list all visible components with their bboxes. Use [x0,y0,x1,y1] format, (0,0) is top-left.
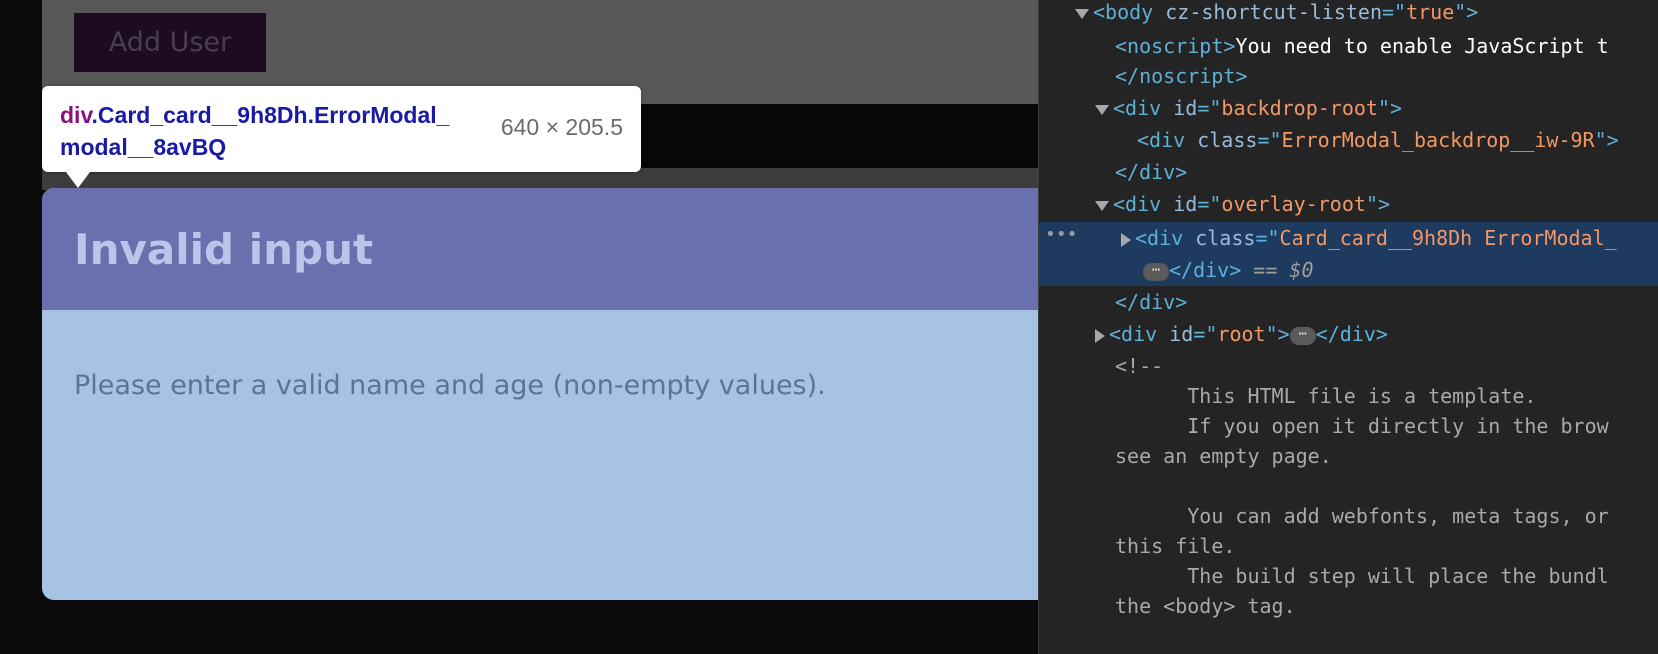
collapse-triangle-icon[interactable] [1095,200,1109,211]
dom-node-overlay-root-close[interactable]: </div> [1115,286,1187,318]
modal-title: Invalid input [74,224,374,274]
dom-node-root[interactable]: <div id="root"> ⋯ </div> [1095,318,1388,350]
dom-comment-line: If you open it directly in the brow [1115,414,1609,438]
modal-header: Invalid input [42,188,1038,310]
more-options-icon[interactable]: ••• [1045,224,1078,245]
dom-comment-line: The build step will place the bundl [1115,564,1609,588]
dom-node-backdrop-root-close[interactable]: </div> [1115,156,1187,188]
dom-comment-line: This HTML file is a template. [1115,384,1537,408]
dom-comment-line: You can add webfonts, meta tags, or [1115,504,1609,528]
ellipsis-icon[interactable]: ⋯ [1289,326,1316,345]
dom-node-card-selected[interactable]: <div class="Card_card__9h8Dh ErrorModal_ [1039,222,1658,254]
dom-node-backdrop[interactable]: <div class="ErrorModal_backdrop__iw-9R"> [1137,124,1619,156]
dom-comment-line: the <body> tag. [1115,594,1296,618]
selected-node-marker: == $0 [1253,258,1314,282]
dom-node-card-selected-close[interactable]: ⋯ </div> == $0 [1039,254,1658,286]
dom-node-backdrop-root[interactable]: <div id="backdrop-root"> [1095,92,1402,124]
expand-triangle-icon[interactable] [1121,232,1131,247]
devtools-elements-panel: <body cz-shortcut-listen="true"> <noscri… [1038,0,1658,654]
tooltip-size: 640 × 205.5 [500,114,623,140]
ellipsis-icon[interactable]: ⋯ [1143,262,1169,281]
error-modal: Invalid input Please enter a valid name … [42,188,1038,600]
tooltip-arrow [66,172,90,188]
dom-comment-open[interactable]: <!-- [1115,350,1163,382]
expand-triangle-icon[interactable] [1095,328,1105,343]
dom-comment-line: this file. [1115,534,1236,558]
dom-node-noscript[interactable]: <noscript>You need to enable JavaScript … [1115,30,1609,62]
dom-node-overlay-root[interactable]: <div id="overlay-root"> [1095,188,1390,220]
dom-node-noscript-close[interactable]: </noscript> [1115,60,1247,92]
tooltip-selector: div.Card_card__9h8Dh.ErrorModal_modal__8… [60,99,460,163]
add-user-button[interactable]: Add User [74,13,266,72]
inspector-tooltip: div.Card_card__9h8Dh.ErrorModal_modal__8… [42,86,641,172]
modal-message: Please enter a valid name and age (non-e… [74,370,826,401]
tooltip-class: .Card_card__9h8Dh.ErrorModal_modal__8avB… [60,102,450,160]
collapse-triangle-icon[interactable] [1095,104,1109,115]
modal-body: Please enter a valid name and age (non-e… [42,310,1038,401]
collapse-triangle-icon[interactable] [1075,8,1089,19]
tooltip-tag: div [60,102,92,128]
dom-node-body[interactable]: <body cz-shortcut-listen="true"> [1075,0,1478,28]
dom-comment-line: see an empty page. [1115,444,1332,468]
page-viewport: Add User Invalid input Please enter a va… [0,0,1038,654]
